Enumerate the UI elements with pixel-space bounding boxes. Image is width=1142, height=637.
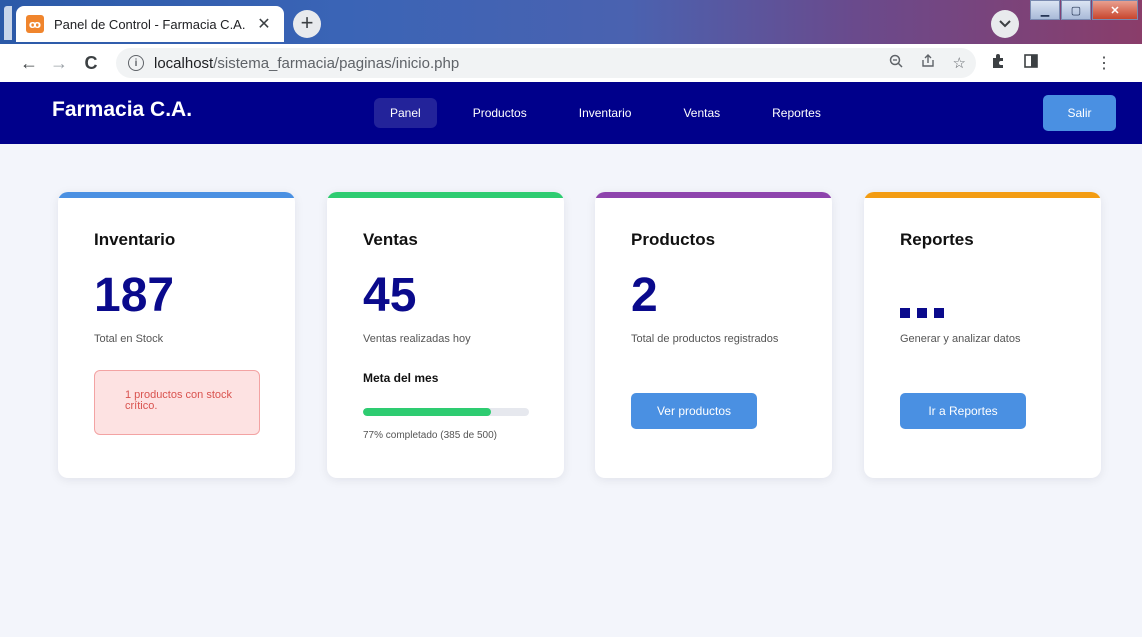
card-accent-bar (595, 192, 832, 198)
browser-toolbar: ← → C i localhost/sistema_farmacia/pagin… (0, 44, 1142, 82)
card-subtitle: Total de productos registrados (631, 333, 779, 345)
window-controls: ▁ ▢ ✕ (1029, 0, 1138, 20)
bookmark-star-icon[interactable]: ☆ (953, 54, 966, 72)
goal-progress-bar (363, 408, 529, 416)
titlebar-edge (4, 6, 12, 40)
productos-card: Productos 2 Total de productos registrad… (595, 192, 832, 478)
brand-logo[interactable]: Farmacia C.A. (52, 98, 192, 122)
ellipsis-icon (900, 308, 944, 318)
inventario-card: Inventario 187 Total en Stock 1 producto… (58, 192, 295, 478)
go-to-reports-button[interactable]: Ir a Reportes (900, 393, 1026, 429)
address-bar[interactable]: i localhost/sistema_farmacia/paginas/ini… (116, 48, 976, 78)
new-tab-button[interactable]: + (293, 10, 321, 38)
card-subtitle: Ventas realizadas hoy (363, 333, 471, 345)
nav-item-productos[interactable]: Productos (457, 98, 543, 128)
browser-menu-icon[interactable]: ⋮ (1096, 53, 1112, 73)
main-nav: Panel Productos Inventario Ventas Report… (374, 98, 857, 128)
card-title: Ventas (363, 230, 418, 249)
monthly-goal-title: Meta del mes (363, 371, 439, 385)
extensions-puzzle-icon[interactable] (990, 53, 1006, 74)
url-text[interactable]: localhost/sistema_farmacia/paginas/inici… (154, 55, 459, 72)
nav-item-ventas[interactable]: Ventas (667, 98, 736, 128)
ventas-card: Ventas 45 Ventas realizadas hoy Meta del… (327, 192, 564, 478)
card-subtitle: Generar y analizar datos (900, 333, 1021, 345)
card-title: Inventario (94, 230, 176, 249)
window-close-button[interactable]: ✕ (1092, 0, 1138, 20)
reportes-card: Reportes Generar y analizar datos Ir a R… (864, 192, 1101, 478)
zoom-icon[interactable] (889, 54, 903, 72)
sales-today-value: 45 (363, 269, 417, 322)
minimize-button[interactable]: ▁ (1030, 0, 1060, 20)
side-panel-icon[interactable] (1024, 53, 1038, 73)
nav-item-reportes[interactable]: Reportes (756, 98, 837, 128)
url-path: /sistema_farmacia/paginas/inicio.php (213, 54, 460, 72)
view-products-button[interactable]: Ver productos (631, 393, 757, 429)
card-title: Reportes (900, 230, 974, 249)
tab-search-chevron-icon[interactable] (991, 10, 1019, 38)
forward-arrow-icon[interactable]: → (46, 53, 72, 74)
goal-progress-text: 77% completado (385 de 500) (363, 430, 497, 441)
logout-button[interactable]: Salir (1043, 95, 1116, 131)
card-title: Productos (631, 230, 716, 249)
nav-item-inventario[interactable]: Inventario (563, 98, 648, 128)
card-accent-bar (327, 192, 564, 198)
url-host: localhost (154, 54, 214, 72)
reload-icon[interactable]: C (78, 53, 104, 74)
site-info-icon[interactable]: i (128, 55, 144, 71)
share-icon[interactable] (921, 54, 935, 72)
browser-titlebar: ꝏ Panel de Control - Farmacia C.A. ✕ + ▁… (0, 0, 1142, 44)
stock-total-value: 187 (94, 269, 175, 322)
back-arrow-icon[interactable]: ← (16, 53, 42, 74)
card-subtitle: Total en Stock (94, 333, 164, 345)
products-total-value: 2 (631, 269, 658, 322)
card-accent-bar (864, 192, 1101, 198)
maximize-button[interactable]: ▢ (1061, 0, 1091, 20)
card-accent-bar (58, 192, 295, 198)
xampp-favicon-icon: ꝏ (26, 15, 44, 33)
tab-close-icon[interactable]: ✕ (254, 14, 274, 34)
tab-title: Panel de Control - Farmacia C.A. (54, 16, 246, 32)
browser-tab[interactable]: ꝏ Panel de Control - Farmacia C.A. ✕ (16, 6, 284, 42)
goal-progress-fill (363, 408, 491, 416)
app-navbar: Farmacia C.A. Panel Productos Inventario… (0, 82, 1142, 144)
critical-stock-alert: 1 productos con stock crítico. (94, 370, 260, 435)
nav-item-panel[interactable]: Panel (374, 98, 437, 128)
